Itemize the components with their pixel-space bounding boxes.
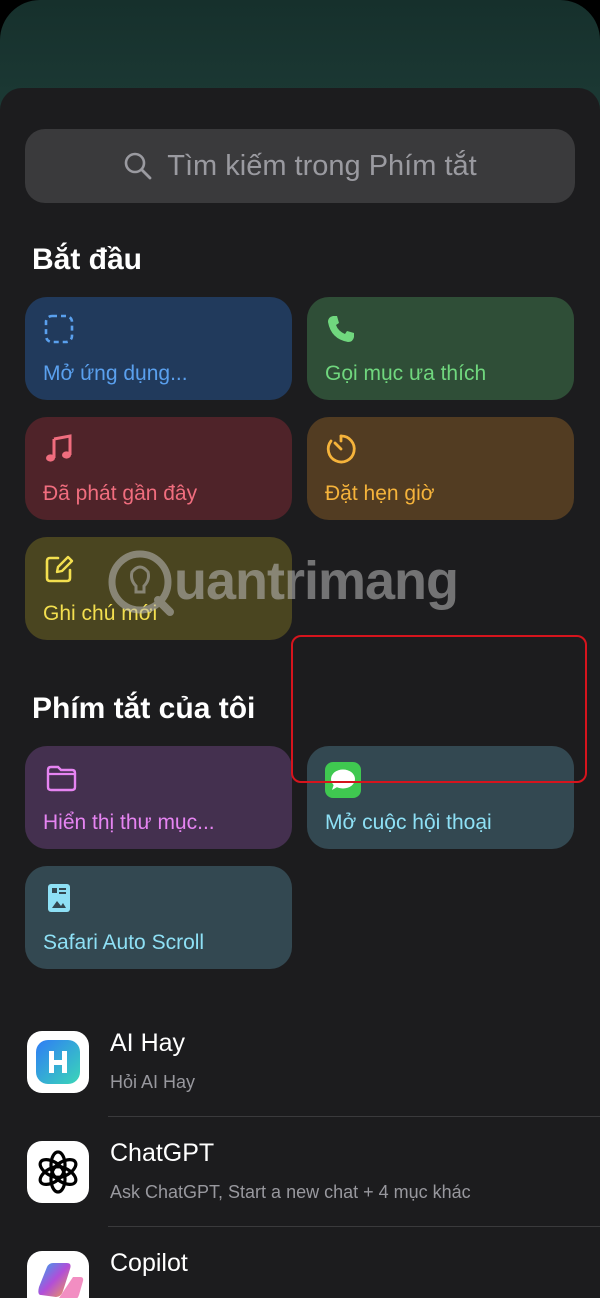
app-name: ChatGPT <box>110 1139 215 1167</box>
document-image-icon <box>48 884 70 912</box>
list-divider <box>108 1226 600 1227</box>
shortcut-tile-new-note[interactable]: Ghi chú mới <box>25 537 292 640</box>
tile-label: Mở ứng dụng... <box>43 362 188 385</box>
shortcuts-sheet: Tìm kiếm trong Phím tắt Bắt đầu Mở ứng d… <box>0 88 600 1298</box>
compose-icon <box>45 555 74 583</box>
tile-label: Đã phát gần đây <box>43 482 198 505</box>
app-row-copilot[interactable]: Copilot <box>0 1233 600 1298</box>
phone-icon <box>328 316 354 342</box>
chatgpt-app-icon <box>27 1141 89 1203</box>
app-row-chatgpt[interactable]: ChatGPT Ask ChatGPT, Start a new chat + … <box>0 1123 600 1233</box>
app-subtitle: Ask ChatGPT, Start a new chat + 4 mục kh… <box>110 1182 471 1202</box>
tile-label: Gọi mục ưa thích <box>325 362 487 385</box>
section-title-starter: Bắt đầu <box>32 243 143 276</box>
dashed-square-icon <box>44 314 74 344</box>
shortcut-tile-recently-played[interactable]: Đã phát gần đây <box>25 417 292 520</box>
search-icon <box>124 152 152 180</box>
shortcut-tile-show-folder[interactable]: Hiển thị thư mục... <box>25 746 292 849</box>
shortcut-tile-safari-auto-scroll[interactable]: Safari Auto Scroll <box>25 866 292 969</box>
music-note-icon <box>46 434 72 462</box>
app-name: AI Hay <box>110 1029 186 1057</box>
timer-icon <box>326 434 356 464</box>
section-title-my-shortcuts: Phím tắt của tôi <box>32 692 256 725</box>
copilot-app-icon <box>27 1251 89 1298</box>
tile-label: Hiển thị thư mục... <box>43 811 215 834</box>
tile-label: Đặt hẹn giờ <box>325 482 435 505</box>
shortcut-tile-call-favorite[interactable]: Gọi mục ưa thích <box>307 297 574 400</box>
search-bar[interactable]: Tìm kiếm trong Phím tắt <box>25 129 575 203</box>
search-placeholder: Tìm kiếm trong Phím tắt <box>167 149 477 182</box>
tile-label: Ghi chú mới <box>43 602 158 625</box>
shortcut-tile-open-app[interactable]: Mở ứng dụng... <box>25 297 292 400</box>
list-divider <box>108 1116 600 1117</box>
app-name: Copilot <box>110 1249 188 1277</box>
ai-hay-app-icon <box>27 1031 89 1093</box>
tile-label: Mở cuộc hội thoại <box>325 811 492 834</box>
highlight-frame <box>291 635 587 783</box>
app-row-ai-hay[interactable]: AI Hay Hỏi AI Hay <box>0 1013 600 1123</box>
folder-icon <box>46 765 77 792</box>
shortcut-tile-set-timer[interactable]: Đặt hẹn giờ <box>307 417 574 520</box>
app-subtitle: Hỏi AI Hay <box>110 1072 196 1092</box>
tile-label: Safari Auto Scroll <box>43 931 205 954</box>
